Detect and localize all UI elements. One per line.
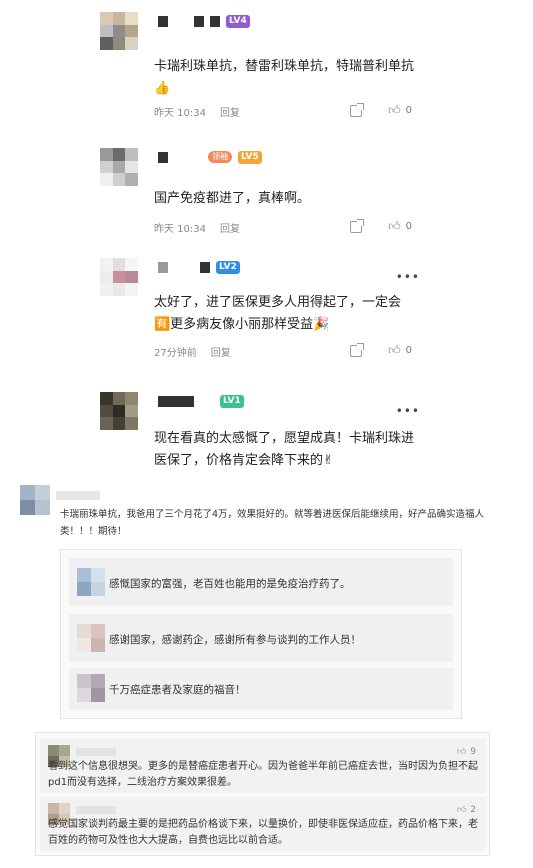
username-row: LV4 xyxy=(158,14,250,28)
username-row: LV1 xyxy=(158,394,244,408)
comment-meta: 昨天 10:34 回复 xyxy=(154,220,240,235)
level-badge: LV4 xyxy=(226,14,250,28)
thumbs-up-icon: 👍︎ xyxy=(456,805,467,815)
share-icon[interactable] xyxy=(350,102,365,117)
avatar[interactable] xyxy=(100,12,138,50)
username-row: 领袖 LV5 xyxy=(158,150,262,164)
reply-button[interactable]: 回复 xyxy=(220,104,240,119)
like-count: 0 xyxy=(405,105,412,116)
thumbs-up-icon: 👍︎ xyxy=(388,219,401,233)
reply-button[interactable]: 回复 xyxy=(211,344,231,359)
username-mask xyxy=(56,491,100,500)
username-mask xyxy=(210,15,220,27)
comment-item: LV4 卡瑞利珠单抗，替雷利珠单抗，特瑞普利单抗👍 昨天 10:34 回复 👍︎… xyxy=(100,10,430,130)
like-count: 2 xyxy=(470,805,476,815)
level-badge: LV5 xyxy=(238,150,262,164)
role-badge: 领袖 xyxy=(208,151,232,163)
username-mask xyxy=(194,15,204,27)
timestamp: 27分钟前 xyxy=(154,348,197,359)
comment-text: 看到这个信息很想哭。更多的是替癌症患者开心。因为爸爸半年前已癌症去世，当时因为负… xyxy=(48,761,478,788)
avatar[interactable] xyxy=(100,258,138,296)
reply-item: 感谢国家，感谢药企，感谢所有参与谈判的工作人员！ xyxy=(69,614,453,662)
comment-text: 国产免疫都进了，真棒啊。 xyxy=(154,191,311,206)
comment-meta: 昨天 10:34 回复 xyxy=(154,104,240,119)
timestamp: 昨天 10:34 xyxy=(154,108,206,119)
thumbs-up-icon: 👍︎ xyxy=(456,747,467,757)
more-dots-icon[interactable]: ••• xyxy=(396,404,420,418)
like-button[interactable]: 👍︎ 2 xyxy=(457,805,476,815)
level-badge: LV2 xyxy=(216,260,240,274)
username-mask xyxy=(76,748,116,756)
share-icon[interactable] xyxy=(350,218,365,233)
avatar[interactable] xyxy=(100,392,138,430)
avatar[interactable] xyxy=(77,674,105,702)
comment-list: 👍︎ 9 看到这个信息很想哭。更多的是替癌症患者开心。因为爸爸半年前已癌症去世，… xyxy=(35,732,490,856)
comment-text: 卡瑞丽珠单抗，我爸用了三个月花了4万，效果挺好的。就等着进医保后能继续用，好产品… xyxy=(60,509,485,537)
comment-item: 👍︎ 2 感觉国家谈判药最主要的是把药品价格谈下来，以量换价，即使非医保适应症，… xyxy=(40,797,486,851)
username-row: LV2 xyxy=(158,260,240,274)
username-mask xyxy=(158,15,168,27)
like-button[interactable]: 👍︎ 0 xyxy=(388,343,412,358)
username-mask xyxy=(158,395,194,407)
comment-item: 👍︎ 9 看到这个信息很想哭。更多的是替癌症患者开心。因为爸爸半年前已癌症去世，… xyxy=(40,739,486,793)
comment-actions: 👍︎ 0 xyxy=(350,342,412,358)
comment-item: LV2 ••• 太好了，进了医保更多人用得起了，一定会🈶更多病友像小丽那样受益🎉… xyxy=(100,256,430,366)
level-badge: LV1 xyxy=(220,394,244,408)
reply-item: 感慨国家的富强，老百姓也能用的是免疫治疗药了。 xyxy=(69,558,453,606)
timestamp: 昨天 10:34 xyxy=(154,224,206,235)
username-mask xyxy=(158,151,168,163)
like-button[interactable]: 👍︎ 9 xyxy=(457,747,476,757)
reply-item: 千万癌症患者及家庭的福音！ xyxy=(69,668,453,710)
share-icon[interactable] xyxy=(350,342,365,357)
reply-button[interactable]: 回复 xyxy=(220,220,240,235)
more-dots-icon[interactable]: ••• xyxy=(396,270,420,284)
comment-actions: 👍︎ 0 xyxy=(350,218,412,234)
like-count: 0 xyxy=(405,345,412,356)
username-mask xyxy=(158,261,168,273)
reply-list: 感慨国家的富强，老百姓也能用的是免疫治疗药了。 感谢国家，感谢药企，感谢所有参与… xyxy=(60,549,462,719)
comment-item: LV1 ••• 现在看真的太感慨了，愿望成真！卡瑞利珠进医保了，价格肯定会降下来… xyxy=(100,390,430,478)
comment-text: 感觉国家谈判药最主要的是把药品价格谈下来，以量换价，即使非医保适应症，药品价格下… xyxy=(48,819,478,846)
reply-text: 千万癌症患者及家庭的福音！ xyxy=(109,684,246,696)
comment-item: 领袖 LV5 国产免疫都进了，真棒啊。 昨天 10:34 回复 👍︎ 0 xyxy=(100,146,430,246)
comment-text: 太好了，进了医保更多人用得起了，一定会🈶更多病友像小丽那样受益🎉 xyxy=(154,295,402,332)
comment-actions: 👍︎ 0 xyxy=(350,102,412,118)
username-mask xyxy=(200,261,210,273)
avatar[interactable] xyxy=(100,148,138,186)
reply-text: 感谢国家，感谢药企，感谢所有参与谈判的工作人员！ xyxy=(109,634,361,646)
comment-meta: 27分钟前 回复 xyxy=(154,344,231,359)
comment-text: 现在看真的太感慨了，愿望成真！卡瑞利珠进医保了，价格肯定会降下来的✌ xyxy=(154,431,415,468)
like-count: 9 xyxy=(470,747,476,757)
like-button[interactable]: 👍︎ 0 xyxy=(388,103,412,118)
like-count: 0 xyxy=(405,221,412,232)
avatar[interactable] xyxy=(77,624,105,652)
thumbs-up-icon: 👍︎ xyxy=(388,343,401,357)
comment-text: 卡瑞利珠单抗，替雷利珠单抗，特瑞普利单抗👍 xyxy=(154,59,415,96)
avatar[interactable] xyxy=(20,485,50,515)
comment-thread: LV4 卡瑞利珠单抗，替雷利珠单抗，特瑞普利单抗👍 昨天 10:34 回复 👍︎… xyxy=(100,0,430,478)
avatar[interactable] xyxy=(77,568,105,596)
reply-text: 感慨国家的富强，老百姓也能用的是免疫治疗药了。 xyxy=(109,578,351,590)
thumbs-up-icon: 👍︎ xyxy=(388,103,401,117)
like-button[interactable]: 👍︎ 0 xyxy=(388,219,412,234)
username-mask xyxy=(76,806,116,814)
